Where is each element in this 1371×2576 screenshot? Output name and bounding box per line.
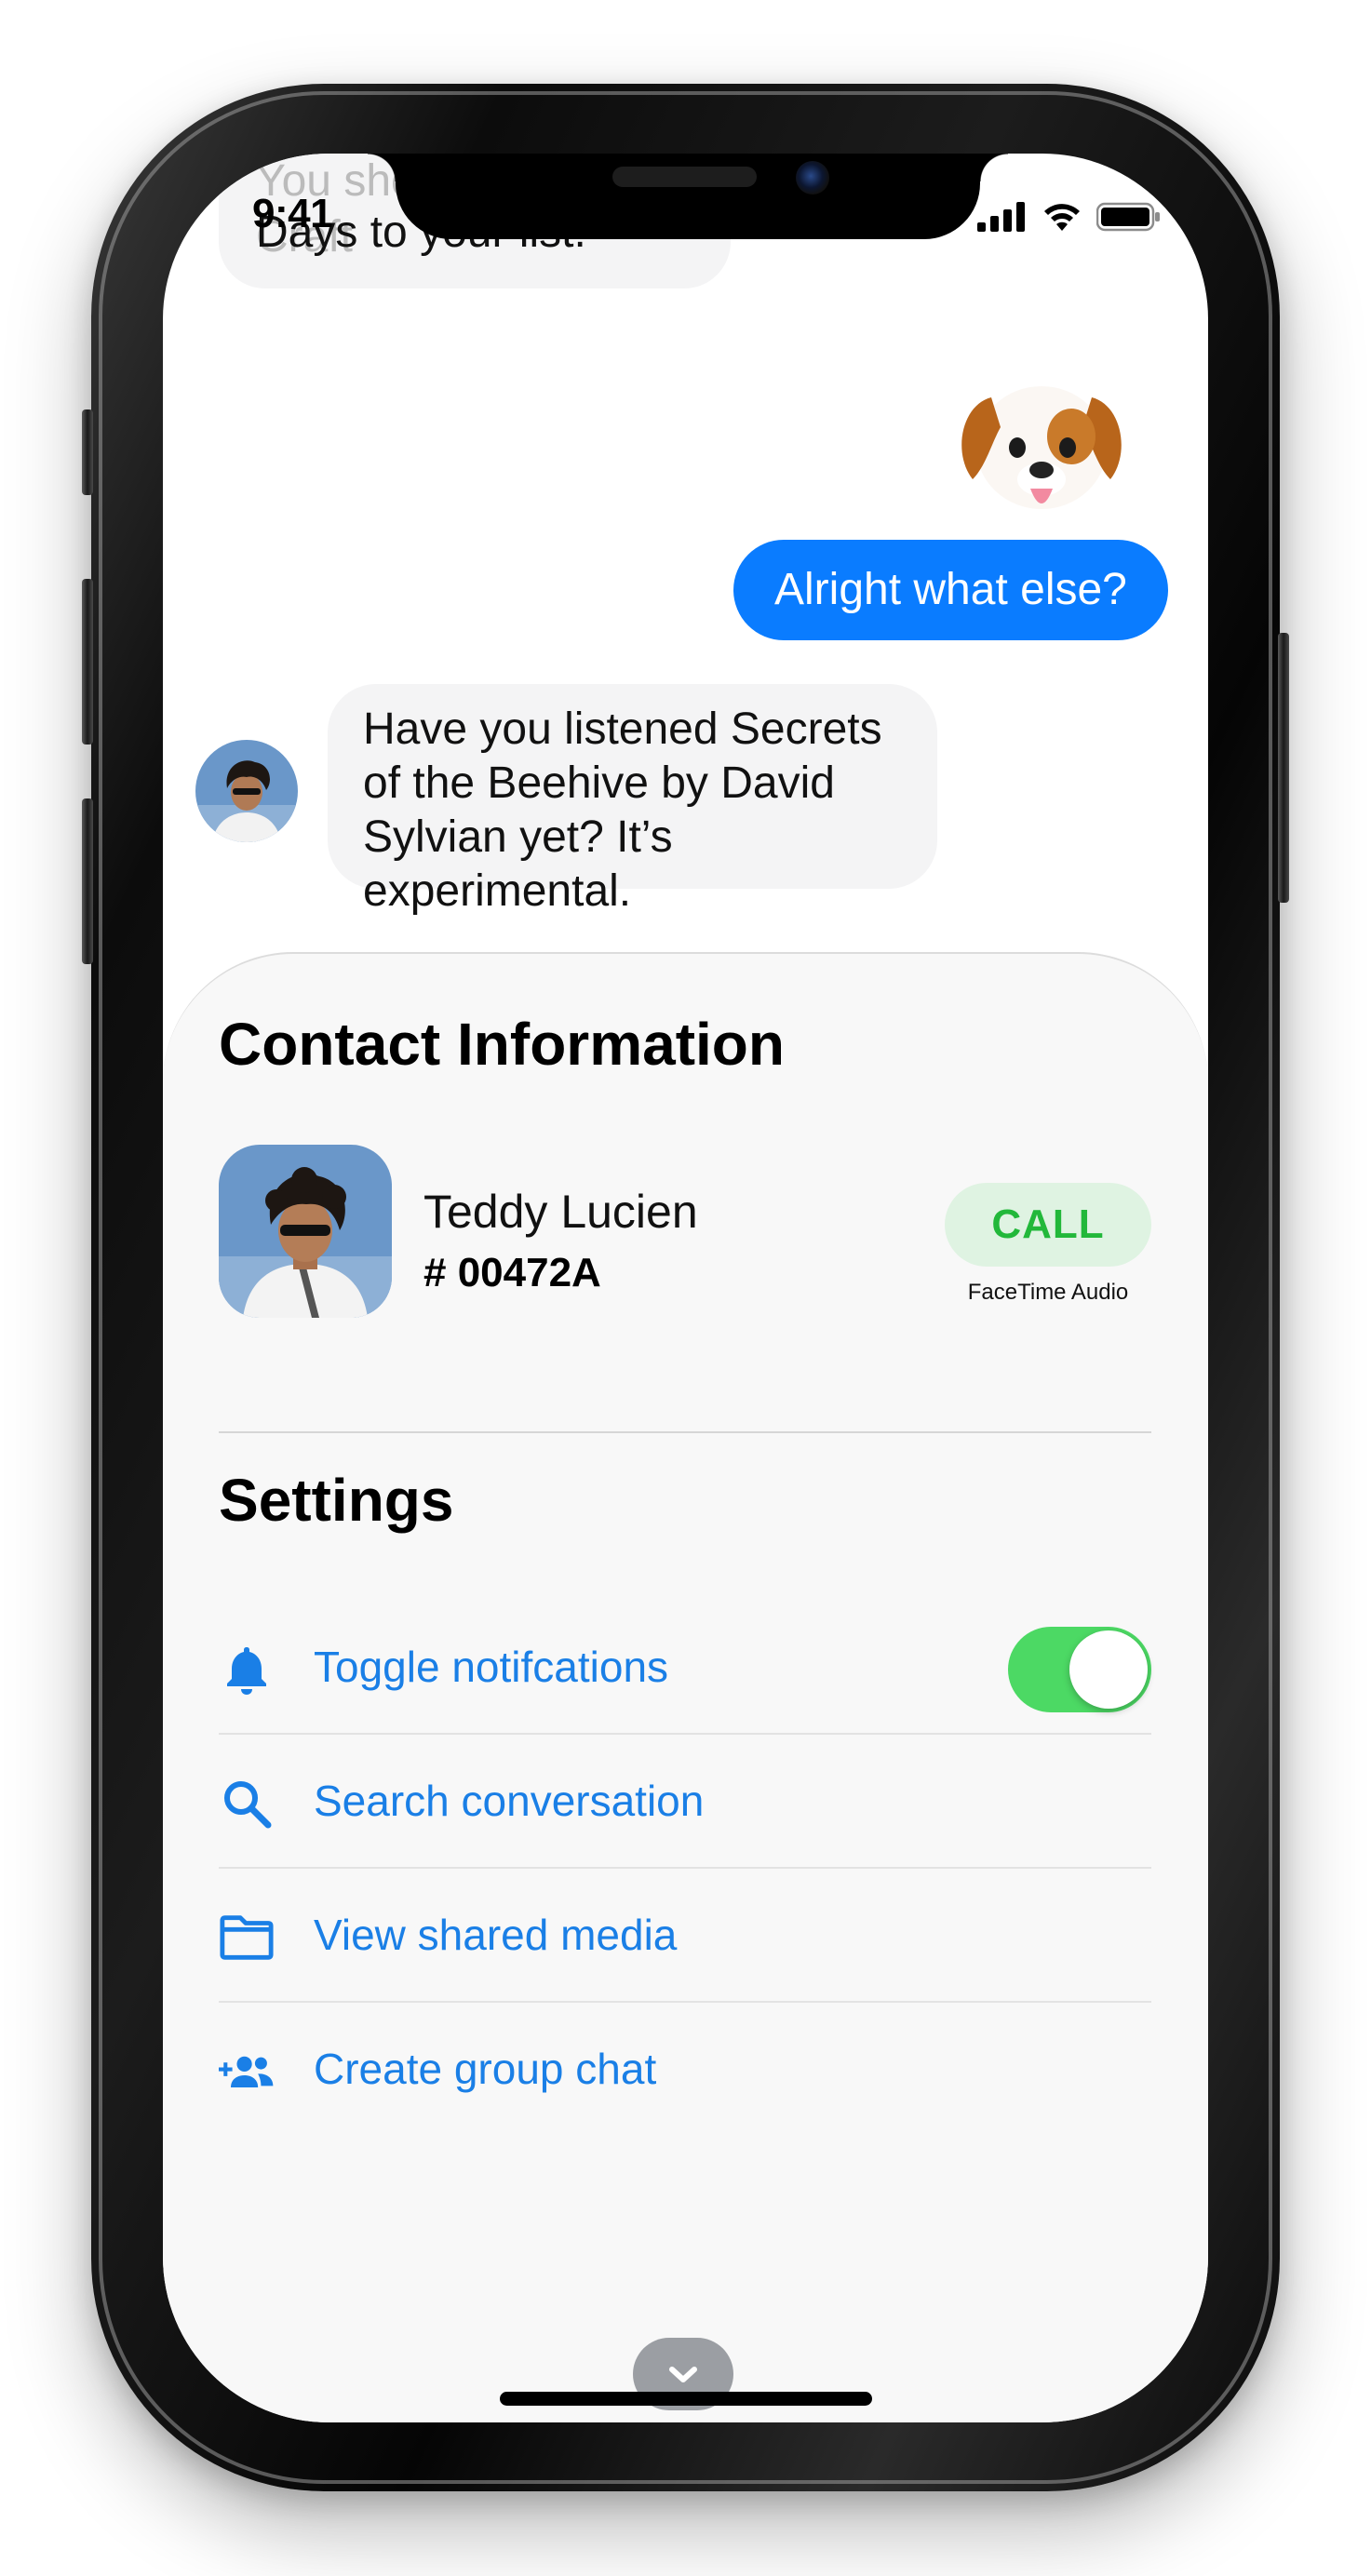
front-camera — [796, 161, 829, 195]
settings-row-label: Toggle notifcations — [314, 1643, 669, 1691]
silent-switch — [82, 409, 93, 495]
signal-bars-icon — [977, 202, 1025, 232]
contact-id: # 00472A — [423, 1250, 601, 1295]
message-bubble-incoming: Have you listened Secrets of the Beehive… — [328, 684, 937, 916]
battery-icon — [1096, 202, 1160, 232]
bell-icon — [219, 1642, 275, 1697]
status-time: 9:41 — [252, 191, 333, 236]
volume-up-button — [82, 579, 93, 745]
add-group-icon — [219, 2044, 275, 2100]
dog-face-emoji-icon — [961, 386, 1122, 509]
contact-avatar[interactable] — [219, 1145, 392, 1318]
section-title-contact: Contact Information — [219, 1011, 785, 1078]
call-button[interactable]: CALL — [945, 1183, 1151, 1267]
call-sublabel: FaceTime Audio — [967, 1280, 1129, 1305]
message-bubble-outgoing: Alright what else? — [733, 540, 1168, 640]
chevron-down-icon — [669, 2367, 697, 2382]
power-button — [1278, 633, 1289, 903]
settings-row-group-chat[interactable]: Create group chat — [219, 2003, 1151, 2137]
settings-row-shared-media[interactable]: View shared media — [219, 1869, 1151, 2003]
settings-row-label: Create group chat — [314, 2045, 657, 2093]
folder-icon — [219, 1910, 275, 1966]
settings-row-notifications[interactable]: Toggle notifcations — [219, 1601, 1151, 1735]
divider — [219, 1431, 1151, 1433]
status-icons — [977, 200, 1162, 232]
contact-info-sheet: Contact Information Teddy Lucien # 00472… — [163, 952, 1208, 2422]
speaker-grille — [612, 167, 757, 187]
settings-row-search[interactable]: Search conversation — [219, 1735, 1151, 1869]
phone-screen: 9:41 You should add New Craft Days to yo… — [163, 154, 1208, 2422]
home-indicator[interactable] — [500, 2392, 872, 2406]
volume-down-button — [82, 798, 93, 964]
settings-row-label: View shared media — [314, 1911, 678, 1959]
settings-row-label: Search conversation — [314, 1777, 705, 1825]
wifi-icon — [1044, 204, 1080, 231]
section-title-settings: Settings — [219, 1467, 454, 1534]
contact-avatar-small[interactable] — [195, 740, 298, 842]
notifications-toggle[interactable] — [1008, 1627, 1151, 1712]
search-icon — [219, 1776, 275, 1831]
contact-name: Teddy Lucien — [423, 1186, 698, 1238]
toggle-knob — [1069, 1630, 1148, 1709]
notch — [368, 154, 1008, 239]
